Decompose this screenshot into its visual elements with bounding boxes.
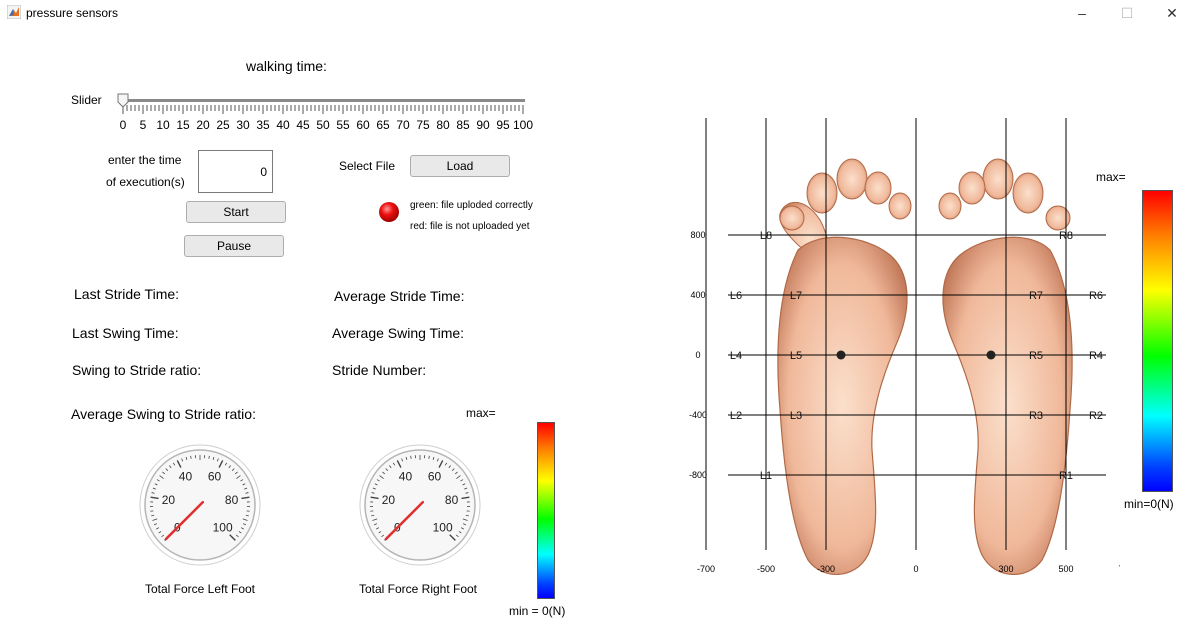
maximize-button[interactable]: ☐ (1104, 0, 1150, 26)
slider-ticks (122, 105, 524, 114)
sensor-label-l3: L3 (790, 410, 802, 422)
right-cop-marker (986, 350, 996, 360)
y-tick-label: 800 (690, 230, 705, 240)
sensor-label-r5: R5 (1029, 350, 1043, 362)
left-cop-marker (836, 350, 846, 360)
red-status-note: red: file is not uploaded yet (410, 221, 530, 232)
select-file-label: Select File (339, 159, 396, 173)
walking-time-title: walking time: (246, 58, 327, 74)
left-force-gauge: 020406080100 (139, 444, 261, 566)
gauge-label: 40 (179, 469, 193, 483)
sensor-label-r6: R6 (1089, 290, 1103, 302)
gauge-label: 80 (445, 493, 459, 507)
average-swing-time-label: Average Swing Time: (332, 325, 465, 341)
sensor-label-l8: L8 (760, 230, 772, 242)
sensor-label-r8: R8 (1059, 230, 1073, 242)
sensor-label-r2: R2 (1089, 410, 1103, 422)
gauge-label: 100 (213, 521, 233, 535)
green-status-note: green: file uploded correctly (410, 200, 533, 211)
average-stride-time-label: Average Stride Time: (334, 288, 465, 304)
start-button[interactable]: Start (186, 201, 286, 223)
title-bar: pressure sensors – ☐ ✕ (0, 0, 1189, 26)
stride-number-label: Stride Number: (332, 362, 427, 378)
x-tick-label: -700 (697, 564, 715, 574)
sensor-label-r4: R4 (1089, 350, 1103, 362)
small-colorbar-min-label: min = 0(N) (509, 604, 566, 618)
execution-time-label-line1: enter the time (108, 153, 182, 167)
x-tick-label: -300 (817, 564, 835, 574)
window-title: pressure sensors (26, 6, 119, 20)
gauge-label: 80 (225, 493, 239, 507)
y-tick-label: 400 (690, 290, 705, 300)
sensor-label-l6: L6 (730, 290, 742, 302)
sensor-label-r3: R3 (1029, 410, 1043, 422)
pause-button[interactable]: Pause (184, 235, 284, 257)
load-button[interactable]: Load (410, 155, 510, 177)
swing-stride-ratio-label: Swing to Stride ratio: (72, 362, 202, 378)
x-tick-label: 0 (913, 564, 918, 574)
execution-time-input[interactable]: 0 (198, 150, 273, 193)
matlab-icon (7, 5, 21, 19)
execution-time-label-line2: of execution(s) (106, 175, 185, 189)
y-tick-label: -800 (689, 470, 707, 480)
x-tick-label: 500 (1058, 564, 1073, 574)
minimize-button[interactable]: – (1059, 0, 1105, 26)
gauge-tick (208, 455, 210, 459)
last-swing-time-label: Last Swing Time: (72, 325, 179, 341)
file-status-led (379, 202, 399, 222)
small-colorbar-max-label: max= (466, 406, 496, 420)
slider-label: Slider (71, 93, 102, 107)
gauge-tick (428, 455, 430, 459)
feet-pressure-plot: 800 400 0 -400 -800 -700 -500 -300 0 300 500 700 L8… (689, 118, 1120, 575)
close-button[interactable]: ✕ (1149, 0, 1189, 26)
left-gauge-caption: Total Force Left Foot (144, 582, 256, 596)
x-tick-label: 300 (998, 564, 1013, 574)
right-gauge-caption: Total Force Right Foot (358, 582, 478, 596)
gauge-label: 20 (162, 493, 176, 507)
gauge-label: 40 (399, 469, 413, 483)
gauge-label: 20 (382, 493, 396, 507)
left-foot-image (777, 158, 912, 575)
right-force-gauge: 020406080100 (359, 444, 481, 566)
gauge-label: 100 (433, 521, 453, 535)
big-colorbar (1142, 190, 1173, 492)
sensor-label-l7: L7 (790, 290, 802, 302)
small-colorbar (537, 422, 555, 599)
sensor-label-r7: R7 (1029, 290, 1043, 302)
big-colorbar-max-label: max= (1096, 170, 1126, 184)
y-tick-label: 0 (695, 350, 700, 360)
slider-tick-labels: 0 5 10 15 20 25 30 35 40 45 50 55 60 65 70 75 80 85 90 95 10… (0, 118, 560, 132)
gauge-label: 60 (428, 469, 442, 483)
x-tick-label: 700 (1118, 564, 1120, 574)
slider-tick-label: 100 (512, 118, 534, 132)
y-tick-label: -400 (689, 410, 707, 420)
sensor-label-r1: R1 (1059, 470, 1073, 482)
gauge-tick (410, 455, 412, 459)
sensor-label-l4: L4 (730, 350, 742, 362)
avg-swing-stride-ratio-label: Average Swing to Stride ratio: (71, 406, 256, 422)
slider-track (122, 99, 525, 102)
sensor-label-l1: L1 (760, 470, 772, 482)
sensor-label-l5: L5 (790, 350, 802, 362)
big-colorbar-min-label: min=0(N) (1124, 497, 1174, 511)
x-tick-label: -500 (757, 564, 775, 574)
last-stride-time-label: Last Stride Time: (74, 286, 180, 302)
gauge-tick (190, 455, 192, 459)
gauge-label: 60 (208, 469, 222, 483)
sensor-label-l2: L2 (730, 410, 742, 422)
